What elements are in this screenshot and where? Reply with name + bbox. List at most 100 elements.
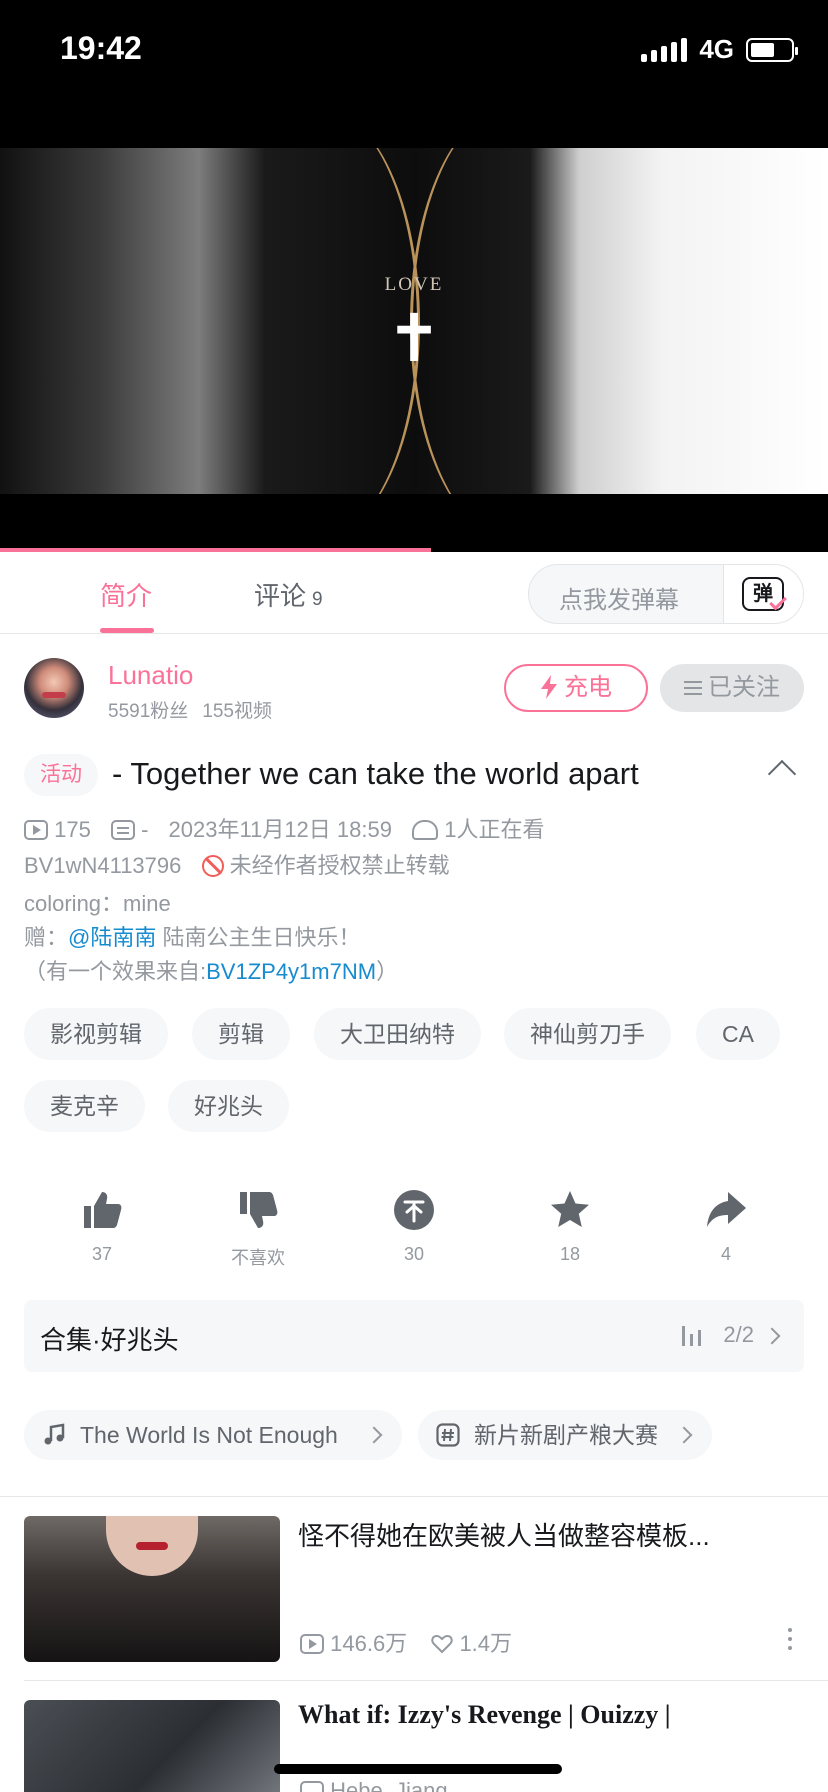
heart-icon — [431, 1634, 453, 1654]
follow-label: 已关注 — [708, 674, 780, 701]
music-chip[interactable]: The World Is Not Enough — [24, 1410, 402, 1460]
tag-item[interactable]: CA — [696, 1008, 780, 1060]
viewers-icon — [412, 820, 439, 840]
recommended-video[interactable]: What if: Izzy's Revenge | Ouizzy | Hebe_… — [24, 1700, 804, 1792]
chevron-up-icon[interactable] — [767, 759, 797, 789]
tag-item[interactable]: 剪辑 — [192, 1008, 290, 1060]
recommended-video[interactable]: 怪不得她在欧美被人当做整容模板... 146.6万 1.4万 — [24, 1516, 804, 1662]
video-thumbnail[interactable] — [24, 1516, 280, 1662]
video-player[interactable]: LOVE ✝ — [0, 148, 828, 494]
recommended-likes: 1.4万 — [459, 1631, 513, 1656]
video-overlay-text: LOVE — [384, 274, 444, 295]
collection-name: 合集·好兆头 — [40, 1325, 179, 1355]
dislike-label: 不喜欢 — [231, 1248, 285, 1268]
copyright-notice: 未经作者授权禁止转载 — [229, 853, 450, 878]
video-title-row: 活动 - Together we can take the world apar… — [24, 752, 804, 796]
thumbs-up-icon — [84, 1192, 122, 1228]
action-bar: 37 不喜欢 30 18 4 — [0, 1188, 828, 1268]
uploader-badge-icon — [300, 1781, 324, 1792]
video-id-line: BV1wN4113796 未经作者授权禁止转载 — [24, 848, 450, 880]
like-count: 37 — [91, 1244, 113, 1264]
chevron-right-icon — [763, 1327, 781, 1345]
coin-button[interactable]: 30 — [364, 1188, 464, 1265]
home-indicator[interactable] — [274, 1764, 562, 1774]
tag-item[interactable]: 大卫田纳特 — [314, 1008, 481, 1060]
menu-icon — [684, 681, 702, 695]
no-repost-icon — [201, 855, 224, 877]
tag-item[interactable]: 好兆头 — [168, 1080, 289, 1132]
publish-date: 2023年11月12日 18:59 — [168, 817, 392, 842]
video-title: - Together we can take the world apart — [112, 756, 639, 791]
desc-gift-prefix: 赠： — [24, 925, 69, 950]
uploader-stats: 5591粉丝 155视频 — [108, 696, 272, 723]
play-count-icon — [300, 1634, 324, 1654]
mention-link[interactable]: @陆南南 — [68, 925, 156, 950]
tab-bar: 简介 评论 9 点我发弹幕 弹 — [0, 552, 828, 634]
tag-item[interactable]: 麦克辛 — [24, 1080, 145, 1132]
lightning-icon — [541, 675, 557, 699]
coin-count: 30 — [403, 1244, 425, 1264]
recommended-title[interactable]: What if: Izzy's Revenge | Ouizzy | — [298, 1700, 778, 1730]
like-button[interactable]: 37 — [52, 1188, 152, 1265]
playlist-icon — [682, 1326, 702, 1346]
danmaku-toggle-button[interactable]: 弹 — [723, 565, 803, 623]
share-count: 4 — [720, 1244, 731, 1264]
network-label: 4G — [699, 34, 734, 64]
avatar[interactable] — [24, 658, 84, 718]
collection-bar[interactable]: 合集·好兆头 2/2 — [24, 1300, 804, 1372]
charge-button[interactable]: 充电 — [504, 664, 648, 712]
recommended-title[interactable]: 怪不得她在欧美被人当做整容模板... — [298, 1516, 778, 1553]
bvid[interactable]: BV1wN4113796 — [24, 853, 181, 878]
video-meta-line: 175 - 2023年11月12日 18:59 1人正在看 — [24, 812, 544, 844]
tag-item[interactable]: 神仙剪刀手 — [504, 1008, 671, 1060]
tab-active-indicator — [100, 628, 154, 633]
section-divider — [0, 1496, 828, 1497]
hashtag-icon — [436, 1423, 460, 1447]
bvid-link[interactable]: BV1ZP4y1m7NM — [206, 959, 376, 984]
status-bar: 19:42 4G — [0, 0, 828, 148]
music-title: The World Is Not Enough — [80, 1422, 338, 1448]
video-thumbnail[interactable] — [24, 1700, 280, 1792]
danmaku-count: - — [141, 817, 149, 842]
event-title: 新片新剧产粮大赛 — [474, 1422, 658, 1448]
coin-icon — [394, 1190, 434, 1230]
share-button[interactable]: 4 — [676, 1188, 776, 1265]
clock: 19:42 — [60, 30, 142, 66]
favorite-count: 18 — [559, 1244, 581, 1264]
dislike-button[interactable]: 不喜欢 — [208, 1188, 308, 1270]
desc-coloring: coloring：mine — [24, 891, 171, 916]
tab-intro[interactable]: 简介 — [100, 576, 152, 613]
desc-gift-text: 陆南公主生日快乐！ — [156, 925, 361, 950]
star-icon — [551, 1191, 589, 1227]
comment-count: 9 — [312, 589, 323, 610]
list-divider — [24, 1680, 828, 1681]
thumbs-down-icon — [240, 1192, 278, 1228]
battery-icon — [746, 37, 798, 62]
play-count-icon — [24, 820, 48, 840]
video-count: 155视频 — [202, 701, 272, 722]
recommended-stats: 146.6万 1.4万 — [300, 1626, 512, 1658]
favorite-button[interactable]: 18 — [520, 1188, 620, 1265]
watching-count: 1人正在看 — [444, 817, 545, 842]
tag-item[interactable]: 影视剪辑 — [24, 1008, 168, 1060]
recommended-plays: 146.6万 — [330, 1631, 408, 1656]
activity-tag[interactable]: 活动 — [24, 754, 98, 796]
tab-comments[interactable]: 评论 9 — [254, 576, 323, 613]
uploader-info: Lunatio 5591粉丝 155视频 充电 已关注 — [24, 658, 804, 722]
desc-effect: （有一个效果来自:BV1ZP4y1m7NM） — [24, 954, 398, 986]
play-count: 175 — [54, 817, 91, 842]
music-note-icon — [44, 1423, 65, 1445]
player-bottom-bar — [0, 494, 828, 552]
uploader-name[interactable]: Lunatio — [108, 660, 193, 691]
danmaku-placeholder: 点我发弹幕 — [559, 587, 679, 614]
chevron-right-icon — [365, 1426, 383, 1444]
desc-gift: 赠：@陆南南 陆南公主生日快乐！ — [24, 920, 360, 952]
danmaku-input[interactable]: 点我发弹幕 弹 — [528, 564, 804, 624]
share-arrow-icon — [707, 1192, 746, 1227]
fan-count: 5591粉丝 — [108, 701, 189, 722]
follow-button[interactable]: 已关注 — [660, 664, 804, 712]
event-chip[interactable]: 新片新剧产粮大赛 — [418, 1410, 712, 1460]
recommended-uploader: Hebe_Jiang — [300, 1778, 448, 1792]
signal-icon — [641, 37, 688, 62]
more-options-icon[interactable] — [788, 1628, 792, 1650]
